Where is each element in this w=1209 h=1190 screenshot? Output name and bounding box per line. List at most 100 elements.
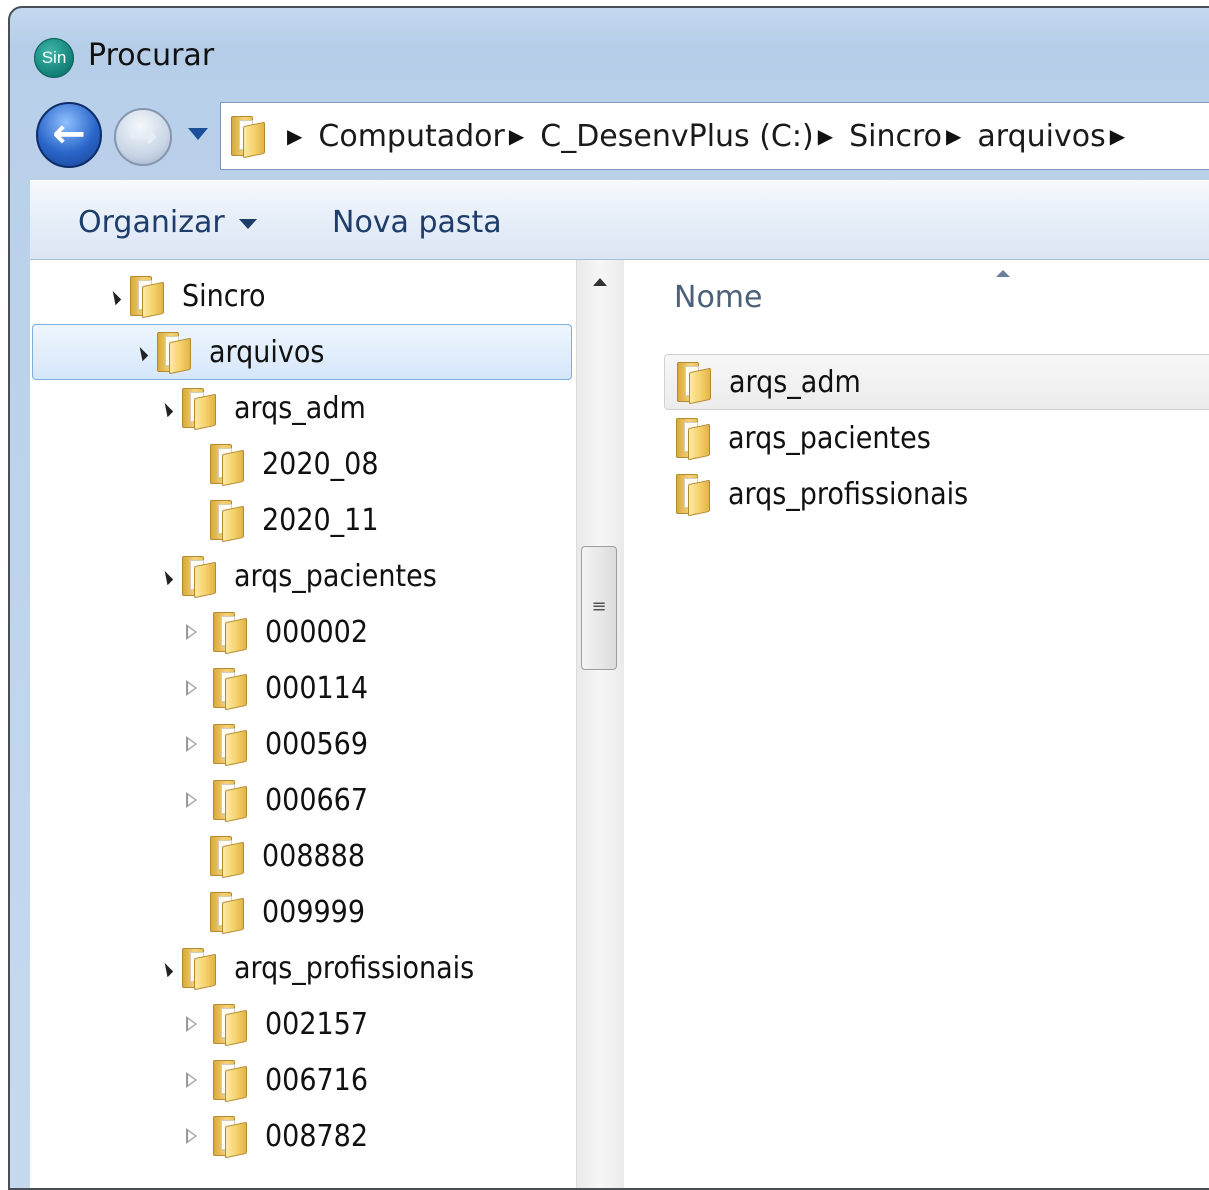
folder-icon (213, 668, 247, 711)
collapsed-arrow-icon[interactable] (186, 680, 197, 696)
tree-item-label: 000569 (265, 726, 369, 762)
browse-dialog: Sin Procurar ← → ▶ Computador ▶ C_DesenvPlu… (8, 6, 1209, 1190)
navigation-bar: ← → ▶ Computador ▶ C_DesenvPlus (C:) ▶ Sincro… (10, 94, 1209, 170)
tree-item[interactable]: arqs_profissionais (30, 940, 576, 996)
collapsed-arrow-icon[interactable] (186, 1128, 197, 1144)
sort-ascending-icon (996, 270, 1010, 277)
tree-item[interactable]: 008782 (30, 1108, 576, 1164)
tree-item[interactable]: 000114 (30, 660, 576, 716)
tree-item[interactable]: 000569 (30, 716, 576, 772)
folder-icon (213, 1004, 247, 1047)
breadcrumb-separator-icon[interactable]: ▶ (509, 124, 524, 148)
tree-item[interactable]: arqs_pacientes (30, 548, 576, 604)
scroll-thumb[interactable]: ≡ (581, 546, 617, 670)
tree-item-label: Sincro (182, 278, 266, 314)
folder-icon (676, 418, 710, 461)
file-list-item-label: arqs_adm (729, 364, 861, 400)
folder-icon (213, 724, 247, 767)
new-folder-button[interactable]: Nova pasta (332, 205, 502, 240)
collapsed-arrow-icon[interactable] (186, 736, 197, 752)
folder-icon (213, 1060, 247, 1103)
expanded-arrow-icon[interactable] (134, 347, 149, 362)
tree-item[interactable]: 009999 (30, 884, 576, 940)
tree-item-label: arqs_adm (234, 390, 366, 426)
tree-item-label: 000002 (265, 614, 369, 650)
collapsed-arrow-icon[interactable] (186, 792, 197, 808)
folder-icon (213, 612, 247, 655)
arrow-right-icon: → (128, 116, 158, 156)
tree-item-label: arqs_profissionais (234, 950, 475, 986)
folder-icon (231, 116, 265, 159)
tree-item-label: 2020_11 (262, 502, 379, 538)
back-button[interactable]: ← (36, 102, 102, 168)
title-bar: Sin Procurar (10, 8, 1209, 100)
navigation-scrollbar[interactable]: ≡ (576, 260, 626, 1188)
expanded-arrow-icon[interactable] (107, 291, 122, 306)
folder-icon (676, 474, 710, 517)
file-list-item[interactable]: arqs_pacientes (664, 410, 1209, 466)
breadcrumb-separator-icon[interactable]: ▶ (818, 124, 833, 148)
breadcrumb-separator-icon[interactable]: ▶ (1110, 124, 1125, 148)
tree-item[interactable]: Sincro (30, 268, 576, 324)
folder-icon (213, 1116, 247, 1159)
address-bar[interactable]: ▶ Computador ▶ C_DesenvPlus (C:) ▶ Sincro ▶ arq… (220, 102, 1209, 170)
tree-item[interactable]: 008888 (30, 828, 576, 884)
file-list-pane: Nome arqs_adm arqs_pacientes arqs_profissi… (624, 260, 1209, 1188)
collapsed-arrow-icon[interactable] (186, 1072, 197, 1088)
tree-item-label: 000667 (265, 782, 369, 818)
tree-item-label: 000114 (265, 670, 369, 706)
folder-icon (182, 556, 216, 599)
folder-icon (182, 948, 216, 991)
tree-item[interactable]: 2020_08 (30, 436, 576, 492)
breadcrumb-separator-icon[interactable]: ▶ (946, 124, 961, 148)
folder-icon (130, 276, 164, 319)
tree-item[interactable]: 002157 (30, 996, 576, 1052)
file-list-item-label: arqs_pacientes (728, 420, 931, 456)
app-icon: Sin (34, 38, 74, 78)
folder-icon (210, 892, 244, 935)
tree-item[interactable]: 006716 (30, 1052, 576, 1108)
organize-label: Organizar (78, 205, 225, 240)
collapsed-arrow-icon[interactable] (186, 624, 197, 640)
tree-item[interactable]: 000667 (30, 772, 576, 828)
folder-icon (157, 332, 191, 375)
breadcrumb-item[interactable]: arquivos (977, 119, 1105, 154)
breadcrumb-item[interactable]: Computador (318, 119, 504, 154)
toolbar: Organizar Nova pasta (30, 180, 1209, 260)
tree-item-label: arqs_pacientes (234, 558, 437, 594)
tree-item-label: 2020_08 (262, 446, 379, 482)
navigation-pane[interactable]: Sincro arquivos arqs_adm 2020_08 2020_11arqs… (30, 260, 576, 1188)
breadcrumb-item[interactable]: Sincro (849, 119, 942, 154)
file-list-item-label: arqs_profissionais (728, 476, 969, 512)
breadcrumb-item[interactable]: C_DesenvPlus (C:) (540, 119, 813, 154)
tree-item[interactable]: 2020_11 (30, 492, 576, 548)
arrow-left-icon: ← (52, 111, 86, 157)
tree-item-label: 008782 (265, 1118, 369, 1154)
expanded-arrow-icon[interactable] (159, 963, 174, 978)
forward-button[interactable]: → (114, 108, 172, 166)
file-list-item[interactable]: arqs_profissionais (664, 466, 1209, 522)
collapsed-arrow-icon[interactable] (186, 1016, 197, 1032)
tree-item-label: 009999 (262, 894, 366, 930)
expanded-arrow-icon[interactable] (159, 403, 174, 418)
breadcrumb-separator-icon[interactable]: ▶ (287, 124, 302, 148)
folder-icon (182, 388, 216, 431)
window-title: Procurar (88, 38, 215, 73)
tree-item-label: 008888 (262, 838, 366, 874)
tree-item[interactable]: arqs_adm (30, 380, 576, 436)
folder-icon (210, 836, 244, 879)
tree-item[interactable]: arquivos (32, 324, 572, 380)
recent-locations-dropdown[interactable] (188, 128, 208, 140)
tree-item-label: 002157 (265, 1006, 369, 1042)
file-list-item[interactable]: arqs_adm (664, 354, 1209, 410)
tree-item[interactable]: 000002 (30, 604, 576, 660)
column-header-name[interactable]: Nome (674, 280, 762, 315)
organize-button[interactable]: Organizar (78, 205, 257, 240)
scroll-up-arrow-icon[interactable] (593, 278, 607, 286)
tree-item-label: arquivos (209, 334, 325, 370)
folder-icon (210, 500, 244, 543)
expanded-arrow-icon[interactable] (159, 571, 174, 586)
tree-item-label: 006716 (265, 1062, 369, 1098)
folder-icon (677, 362, 711, 405)
chevron-down-icon (238, 218, 257, 229)
